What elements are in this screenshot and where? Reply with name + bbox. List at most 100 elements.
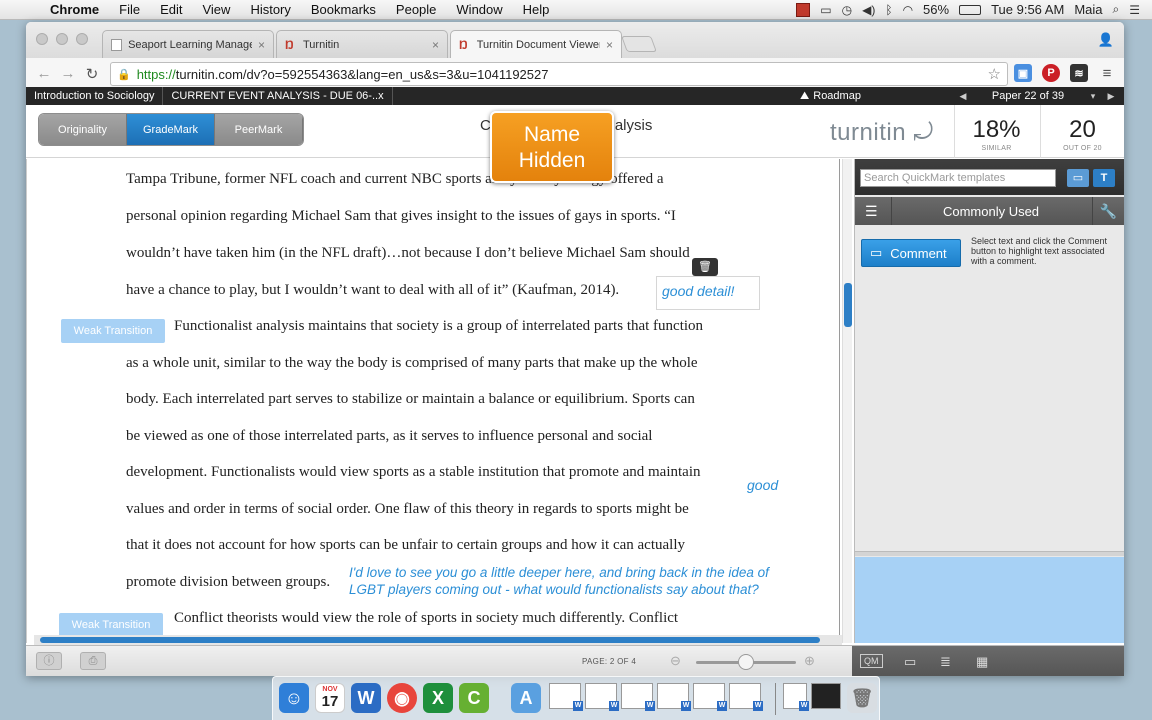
- word-document-thumbnail[interactable]: W: [657, 683, 691, 711]
- calendar-icon[interactable]: NOV 17: [315, 683, 345, 713]
- comment-bubble[interactable]: good: [747, 477, 778, 493]
- comment-list-icon[interactable]: ▭: [904, 654, 916, 670]
- text-comment-icon[interactable]: T: [1093, 169, 1115, 187]
- clock[interactable]: Tue 9:56 AM: [991, 2, 1064, 17]
- address-bar[interactable]: 🔒 https:// turnitin.com/dv?o=592554363&l…: [110, 62, 1008, 86]
- volume-icon[interactable]: ◀): [862, 3, 875, 17]
- scroll-thumb[interactable]: [844, 283, 852, 327]
- chrome-icon[interactable]: ◉: [387, 683, 417, 713]
- camtasia-icon[interactable]: C: [459, 683, 489, 713]
- tab-turnitin[interactable]: Ŋ Turnitin ×: [276, 30, 448, 58]
- menu-history[interactable]: History: [240, 2, 300, 17]
- document-line[interactable]: that it does not account for how sports …: [126, 537, 685, 554]
- word-document-thumbnail[interactable]: W: [585, 683, 619, 711]
- tab-grademark[interactable]: GradeMark: [127, 114, 215, 145]
- comment-button[interactable]: ▭ Comment: [861, 239, 961, 267]
- applications-folder-icon[interactable]: A: [511, 683, 541, 713]
- word-document-thumbnail[interactable]: W: [729, 683, 763, 711]
- tab-document-viewer[interactable]: Ŋ Turnitin Document Viewer ×: [450, 30, 622, 58]
- document-line[interactable]: Conflict theorists would view the role o…: [174, 610, 678, 627]
- document-line[interactable]: wouldn’t have taken him (in the NFL draf…: [126, 245, 690, 262]
- bookmark-star-icon[interactable]: ☆: [988, 65, 1001, 83]
- menu-view[interactable]: View: [192, 2, 240, 17]
- scroll-thumb[interactable]: [40, 637, 820, 643]
- bluetooth-icon[interactable]: ᛒ: [885, 3, 892, 17]
- document-line[interactable]: Functionalist analysis maintains that so…: [174, 318, 703, 335]
- wrench-icon[interactable]: 🔧: [1100, 203, 1117, 220]
- word-icon[interactable]: W: [351, 683, 381, 713]
- spotlight-icon[interactable]: ⌕: [1113, 2, 1120, 17]
- next-paper-icon[interactable]: ▶: [1102, 91, 1120, 102]
- extension-cast-icon[interactable]: ▣: [1014, 64, 1032, 82]
- time-machine-icon[interactable]: ◷: [842, 3, 852, 17]
- document-line[interactable]: as a whole unit, similar to the way the …: [126, 355, 698, 372]
- tab-originality[interactable]: Originality: [39, 114, 127, 145]
- paper-position[interactable]: Paper 22 of 39: [972, 90, 1084, 102]
- roadmap-button[interactable]: ⛰ Roadmap: [800, 90, 861, 103]
- grid-icon[interactable]: ▦: [976, 654, 988, 670]
- document-line[interactable]: development. Functionalists would view s…: [126, 464, 701, 481]
- close-tab-icon[interactable]: ×: [258, 38, 265, 52]
- quickmark-search-input[interactable]: Search QuickMark templates: [860, 169, 1056, 187]
- menu-bookmarks[interactable]: Bookmarks: [301, 2, 386, 17]
- battery-icon[interactable]: [959, 4, 982, 15]
- info-icon[interactable]: ⓘ: [36, 652, 62, 670]
- list-icon[interactable]: ☰: [865, 203, 878, 220]
- menu-edit[interactable]: Edit: [150, 2, 192, 17]
- grade-score[interactable]: 20 OUT OF 20: [1040, 105, 1124, 158]
- zoom-in-icon[interactable]: ⊕: [804, 653, 815, 669]
- horizontal-scrollbar[interactable]: [34, 635, 842, 645]
- forward-arrow-icon[interactable]: →: [56, 65, 80, 82]
- user-name[interactable]: Maia: [1074, 2, 1102, 17]
- word-document-thumbnail[interactable]: W: [621, 683, 655, 711]
- back-arrow-icon[interactable]: ←: [32, 65, 56, 82]
- zoom-window-button[interactable]: [76, 33, 88, 45]
- camtasia-window-thumbnail[interactable]: [811, 683, 841, 709]
- chrome-menu-icon[interactable]: ≡: [1098, 64, 1116, 82]
- word-document-thumbnail[interactable]: W: [693, 683, 727, 711]
- finder-icon[interactable]: ☺: [279, 683, 309, 713]
- vertical-scrollbar[interactable]: [842, 159, 852, 643]
- tab-peermark[interactable]: PeerMark: [215, 114, 303, 145]
- document-line[interactable]: be viewed as one of those interrelated p…: [126, 428, 652, 445]
- menu-file[interactable]: File: [109, 2, 150, 17]
- tab-seaport[interactable]: Seaport Learning Managem ×: [102, 30, 274, 58]
- document-pane[interactable]: Tampa Tribune, former NFL coach and curr…: [26, 159, 852, 643]
- print-icon[interactable]: ⎙: [80, 652, 106, 670]
- document-line[interactable]: values and order in terms of social orde…: [126, 501, 689, 518]
- new-tab-button[interactable]: [621, 36, 657, 52]
- quickmark-manager-button[interactable]: QM: [860, 654, 883, 668]
- word-document-thumbnail[interactable]: W: [549, 683, 583, 711]
- reload-icon[interactable]: ↻: [80, 65, 104, 83]
- comment-bubble[interactable]: I'd love to see you go a little deeper h…: [349, 564, 769, 598]
- minimize-window-button[interactable]: [56, 33, 68, 45]
- document-line[interactable]: have a chance to play, but I wouldn’t wa…: [126, 282, 619, 299]
- panel-resize-handle[interactable]: [855, 551, 1124, 556]
- close-window-button[interactable]: [36, 33, 48, 45]
- wifi-icon[interactable]: ◠: [903, 3, 913, 17]
- trash-icon[interactable]: 🗑: [692, 258, 718, 276]
- pinterest-icon[interactable]: P: [1042, 64, 1060, 82]
- notification-center-icon[interactable]: ☰: [1129, 3, 1140, 17]
- quickmark-weak-transition[interactable]: Weak Transition: [61, 319, 165, 343]
- comment-bubble[interactable]: good detail!: [656, 276, 760, 310]
- comment-bubble-icon[interactable]: ▭: [1067, 169, 1089, 187]
- quickmark-weak-transition[interactable]: Weak Transition: [59, 613, 163, 637]
- zoom-out-icon[interactable]: ⊖: [670, 653, 681, 669]
- class-name[interactable]: Introduction to Sociology: [26, 90, 162, 102]
- menu-people[interactable]: People: [386, 2, 446, 17]
- rubric-icon[interactable]: ≣: [940, 654, 951, 670]
- excel-icon[interactable]: X: [423, 683, 453, 713]
- previous-paper-icon[interactable]: ◀: [954, 91, 972, 102]
- menu-window[interactable]: Window: [446, 2, 512, 17]
- menu-help[interactable]: Help: [513, 2, 560, 17]
- close-tab-icon[interactable]: ×: [606, 38, 613, 52]
- flag-icon[interactable]: [796, 2, 811, 17]
- document-line[interactable]: personal opinion regarding Michael Sam t…: [126, 208, 676, 225]
- quickmark-set-title[interactable]: Commonly Used: [891, 204, 1091, 219]
- airplay-icon[interactable]: ▭: [820, 3, 831, 17]
- menu-app-name[interactable]: Chrome: [40, 2, 109, 17]
- profile-icon[interactable]: 👤: [1098, 32, 1114, 48]
- document-line[interactable]: body. Each interrelated part serves to s…: [126, 391, 695, 408]
- close-tab-icon[interactable]: ×: [432, 38, 439, 52]
